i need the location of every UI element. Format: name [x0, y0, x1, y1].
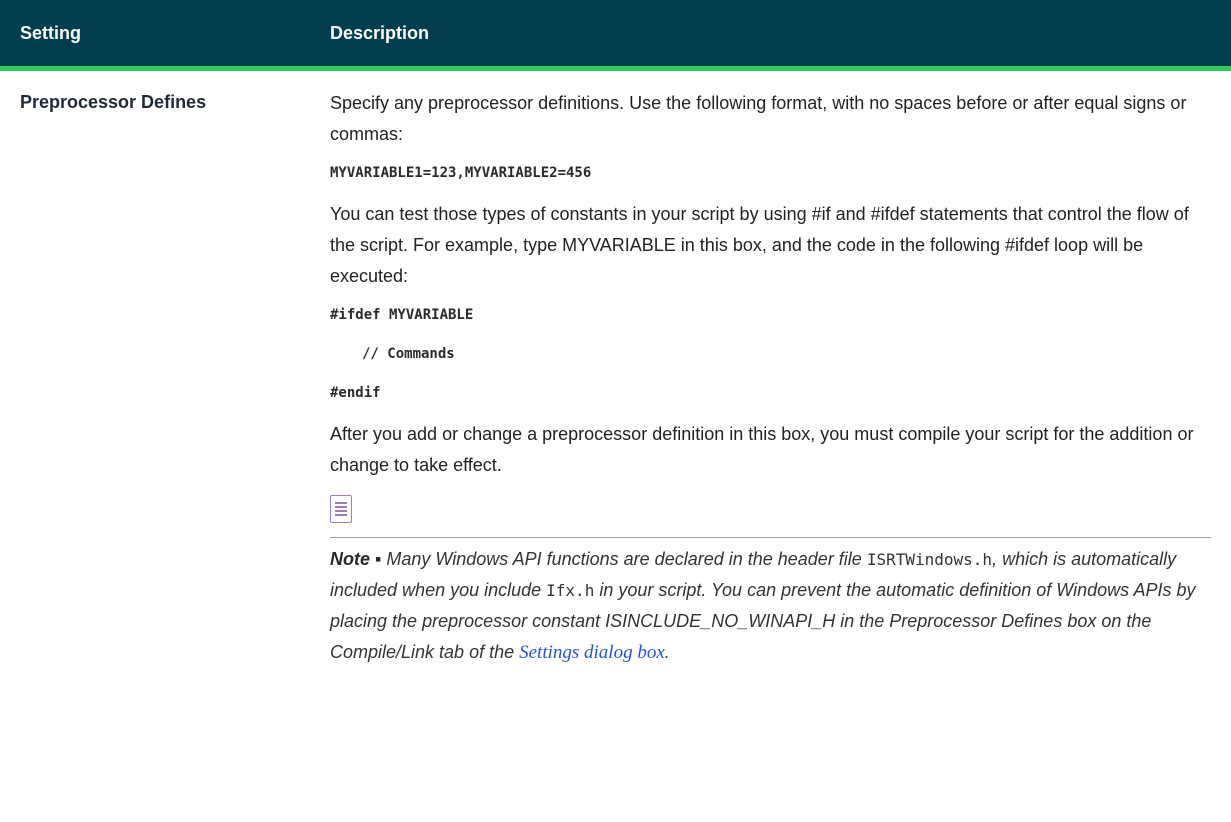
note-filename: ISRTWindows.h — [866, 550, 993, 569]
description-paragraph: After you add or change a preprocessor d… — [330, 424, 1194, 475]
note-text-part: Many Windows API functions are declared … — [386, 549, 867, 569]
note-filename: Ifx.h — [546, 581, 595, 600]
note-text: Note ▪ Many Windows API functions are de… — [330, 544, 1211, 668]
note-block: Note ▪ Many Windows API functions are de… — [330, 491, 1211, 668]
settings-dialog-link[interactable]: Settings dialog box — [519, 642, 665, 663]
table-row: Preprocessor Defines Specify any preproc… — [0, 69, 1231, 670]
description-paragraph: You can test those types of constants in… — [330, 204, 1189, 286]
code-example: MYVARIABLE1=123,MYVARIABLE2=456 — [330, 165, 592, 181]
header-row: Setting Description — [0, 0, 1231, 71]
note-label: Note — [330, 549, 370, 569]
note-divider — [330, 537, 1211, 538]
table-header: Setting Description — [0, 0, 1231, 71]
settings-table: Setting Description Preprocessor Defines… — [0, 0, 1231, 669]
code-comment: // Commands — [362, 346, 455, 362]
description-paragraph: Specify any preprocessor definitions. Us… — [330, 93, 1187, 144]
note-icon — [330, 495, 352, 523]
code-endif: #endif — [330, 385, 381, 401]
column-header-description: Description — [310, 0, 1231, 71]
note-text-part: . — [664, 642, 670, 662]
description-cell: Specify any preprocessor definitions. Us… — [310, 69, 1231, 670]
note-separator: ▪ — [370, 549, 387, 569]
code-ifdef: #ifdef MYVARIABLE — [330, 307, 474, 323]
setting-name: Preprocessor Defines — [20, 92, 207, 112]
column-header-setting: Setting — [0, 0, 310, 71]
